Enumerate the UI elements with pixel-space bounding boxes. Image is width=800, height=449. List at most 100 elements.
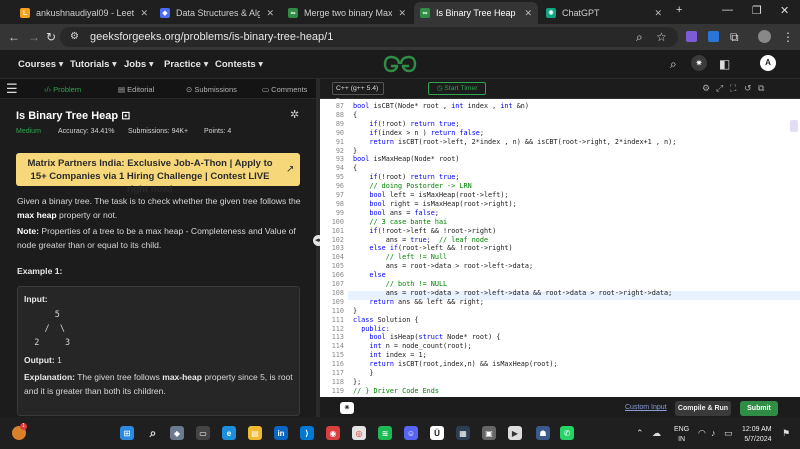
- nav-jobs[interactable]: Jobs ▾: [124, 59, 154, 70]
- line-number: 109: [331, 297, 344, 306]
- bookmark-star-icon[interactable]: ☆: [656, 30, 667, 44]
- discord-icon[interactable]: ☺: [404, 426, 418, 440]
- app-icon[interactable]: ☗: [536, 426, 550, 440]
- tab-editorial[interactable]: ▤ Editorial: [118, 85, 154, 94]
- tab-merge-heap[interactable]: ∞ Merge two binary Max heap ✕: [282, 2, 412, 24]
- submit-button[interactable]: Submit: [740, 401, 778, 416]
- fullscreen-icon[interactable]: ⛶: [730, 83, 736, 94]
- extension-icon[interactable]: [686, 31, 697, 42]
- app-icon[interactable]: ▣: [482, 426, 496, 440]
- line-number: 114: [331, 342, 344, 351]
- copilot-icon[interactable]: ◆: [170, 426, 184, 440]
- vscode-icon[interactable]: ⟩: [300, 426, 314, 440]
- code-line: // both != NULL: [385, 280, 448, 288]
- nav-tutorials[interactable]: Tutorials ▾: [70, 59, 117, 70]
- theme-toggle-icon[interactable]: ✷: [691, 55, 707, 71]
- extension-icon[interactable]: [708, 31, 719, 42]
- close-icon[interactable]: ✕: [140, 8, 148, 19]
- code-line: if(index > n ) return false;: [369, 128, 484, 137]
- task-view-icon[interactable]: ▭: [196, 426, 210, 440]
- settings-icon[interactable]: ⚙: [702, 83, 710, 94]
- tree-line: / \: [24, 324, 65, 334]
- gfg-logo[interactable]: [383, 55, 417, 73]
- line-number: 115: [331, 351, 344, 360]
- new-tab-icon[interactable]: +: [676, 4, 682, 16]
- tab-dsa[interactable]: ◆ Data Structures & Algorithms ✕: [154, 2, 280, 24]
- tab-leetcode[interactable]: L ankushnaudiyal09 - LeetCode ✕: [14, 2, 154, 24]
- tab-comments[interactable]: ▭ Comments: [262, 85, 307, 94]
- close-window-icon[interactable]: ✕: [780, 4, 789, 17]
- bug-report-icon[interactable]: ✲: [290, 108, 299, 121]
- code-line: ans = true; // leaf node: [353, 235, 489, 244]
- tab-submissions[interactable]: ⊙ Submissions: [186, 85, 237, 94]
- line-number: 103: [331, 244, 344, 253]
- nav-practice[interactable]: Practice ▾: [164, 59, 208, 70]
- spotify-icon[interactable]: ≋: [378, 426, 392, 440]
- code-line: ans = root->data > root->left->data && r…: [353, 288, 673, 297]
- extensions-puzzle-icon[interactable]: ⧉: [730, 30, 739, 45]
- clock[interactable]: 12:09 AM 5/7/2024: [742, 425, 772, 445]
- volume-icon[interactable]: ♪: [711, 428, 716, 438]
- code-line: ans = root->data > root->left->data;: [353, 262, 534, 271]
- start-timer-button[interactable]: ◷ Start Timer: [428, 82, 486, 95]
- app-icon[interactable]: ◉: [326, 426, 340, 440]
- reload-icon[interactable]: ↻: [46, 30, 56, 44]
- compile-run-button[interactable]: Compile & Run: [675, 401, 731, 416]
- avatar[interactable]: A: [760, 55, 776, 71]
- app-icon[interactable]: ▦: [456, 426, 470, 440]
- tray-expand-icon[interactable]: ⌃: [636, 428, 644, 439]
- maximize-icon[interactable]: ❐: [752, 4, 762, 17]
- forward-icon[interactable]: →: [28, 30, 40, 44]
- cloud-icon[interactable]: ☁: [652, 428, 661, 439]
- close-icon[interactable]: ✕: [398, 8, 406, 19]
- close-icon[interactable]: ✕: [524, 8, 532, 19]
- line-number: 88: [335, 110, 344, 119]
- copy-icon[interactable]: ⧉: [758, 83, 764, 94]
- external-link-icon[interactable]: ↗: [286, 164, 294, 175]
- tab-problem[interactable]: ‹/› Problem: [44, 85, 81, 94]
- code-line: // 3 case bante hai: [369, 217, 448, 226]
- file-explorer-icon[interactable]: ▤: [248, 426, 262, 440]
- hamburger-menu-icon[interactable]: ☰: [6, 81, 18, 97]
- tab-is-binary-tree-heap[interactable]: ∞ Is Binary Tree Heap | Practice ✕: [414, 2, 538, 24]
- menu-kebab-icon[interactable]: ⋮: [782, 30, 794, 44]
- search-icon[interactable]: ⌕: [670, 57, 677, 72]
- nav-courses[interactable]: Courses ▾: [18, 59, 63, 70]
- chatgpt-icon: ✺: [546, 8, 556, 18]
- search-icon[interactable]: ⌕: [146, 426, 160, 440]
- media-player-icon[interactable]: ▶: [508, 426, 522, 440]
- close-icon[interactable]: ✕: [654, 8, 662, 19]
- bookmark-icon[interactable]: ⊡: [121, 110, 130, 122]
- reset-icon[interactable]: ↺: [744, 83, 752, 94]
- theme-icon[interactable]: ✷: [340, 402, 354, 414]
- line-number: 116: [331, 360, 344, 369]
- app-icon[interactable]: Ü: [430, 426, 444, 440]
- profile-icon[interactable]: [758, 30, 771, 43]
- notifications-icon[interactable]: ⚑: [782, 428, 790, 439]
- battery-icon[interactable]: ▭: [724, 428, 733, 439]
- windows-start-icon[interactable]: ⊞: [120, 426, 134, 440]
- expand-icon[interactable]: ⤢: [716, 83, 723, 94]
- nav-contests[interactable]: Contests ▾: [215, 59, 263, 70]
- code-line: if(!root) return true;: [369, 119, 460, 128]
- language-select[interactable]: C++ (g++ 5.4) ▾: [332, 82, 384, 104]
- close-icon[interactable]: ✕: [266, 8, 274, 19]
- line-number: 98: [335, 199, 344, 208]
- back-icon[interactable]: ←: [8, 30, 20, 44]
- wifi-icon[interactable]: ◠: [698, 428, 706, 439]
- minimize-icon[interactable]: —: [722, 4, 733, 16]
- zoom-icon[interactable]: ⌕: [636, 30, 643, 45]
- custom-input-link[interactable]: Custom Input: [625, 404, 667, 411]
- line-number: 101: [331, 226, 344, 235]
- chrome-icon[interactable]: ◎: [352, 426, 366, 440]
- site-info-icon[interactable]: ⚙: [70, 31, 79, 42]
- edge-icon[interactable]: e: [222, 426, 236, 440]
- tab-chatgpt[interactable]: ✺ ChatGPT ✕: [540, 2, 668, 24]
- input-label: Input:: [24, 294, 48, 304]
- input-language[interactable]: ENG IN: [674, 425, 689, 445]
- line-number: 92: [335, 146, 344, 155]
- line-number: 96: [335, 182, 344, 191]
- linkedin-icon[interactable]: in: [274, 426, 288, 440]
- whatsapp-icon[interactable]: ✆: [560, 426, 574, 440]
- courses-icon[interactable]: ◧: [719, 57, 730, 71]
